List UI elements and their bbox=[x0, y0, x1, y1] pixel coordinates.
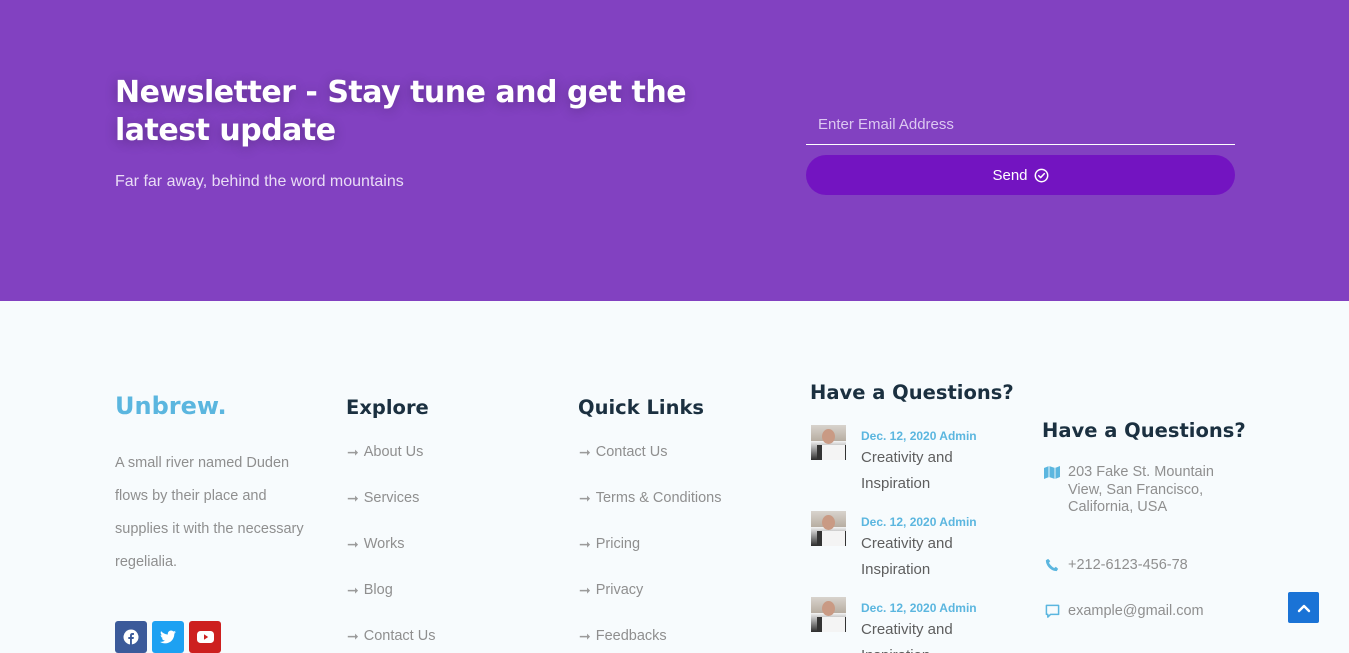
contact-heading: Have a Questions? bbox=[1042, 419, 1246, 442]
contact-address-text: 203 Fake St. Mountain View, San Francisc… bbox=[1068, 464, 1214, 515]
explore-link-about[interactable]: ➞ About Us bbox=[347, 444, 435, 490]
newsletter-title: Newsletter - Stay tune and get the lates… bbox=[115, 75, 687, 148]
send-button[interactable]: Send bbox=[806, 155, 1235, 195]
send-button-label: Send bbox=[992, 166, 1028, 184]
explore-link-works[interactable]: ➞ Works bbox=[347, 536, 435, 582]
explore-link-contact[interactable]: ➞ Contact Us bbox=[347, 628, 435, 653]
youtube-icon[interactable] bbox=[189, 621, 221, 653]
arrow-right-icon: ➞ bbox=[347, 582, 359, 598]
post-title[interactable]: Creativity and Inspiration bbox=[861, 531, 1001, 582]
phone-icon bbox=[1043, 557, 1061, 573]
quick-links: ➞ Contact Us ➞ Terms & Conditions ➞ Pricing… bbox=[579, 444, 721, 653]
message-icon bbox=[1043, 603, 1061, 619]
explore-link-blog[interactable]: ➞ Blog bbox=[347, 582, 435, 628]
arrow-right-icon: ➞ bbox=[347, 628, 359, 644]
footer-about-text: A small river named Duden flows by their… bbox=[115, 455, 304, 570]
arrow-right-icon: ➞ bbox=[579, 628, 591, 644]
check-circle-icon bbox=[1034, 168, 1049, 183]
post-title[interactable]: Creativity and Inspiration bbox=[861, 445, 1001, 496]
arrow-right-icon: ➞ bbox=[579, 444, 591, 460]
contact-address: 203 Fake St. Mountain View, San Francisc… bbox=[1043, 464, 1233, 517]
quick-link-contact[interactable]: ➞ Contact Us bbox=[579, 444, 721, 490]
chevron-up-icon bbox=[1296, 600, 1312, 616]
arrow-right-icon: ➞ bbox=[347, 490, 359, 506]
facebook-icon[interactable] bbox=[115, 621, 147, 653]
email-input[interactable] bbox=[806, 104, 1235, 145]
post-thumbnail[interactable] bbox=[811, 425, 846, 460]
arrow-right-icon: ➞ bbox=[579, 490, 591, 506]
arrow-right-icon: ➞ bbox=[579, 582, 591, 598]
arrow-right-icon: ➞ bbox=[579, 536, 591, 552]
back-to-top-button[interactable] bbox=[1288, 592, 1319, 623]
recent-posts-heading: Have a Questions? bbox=[810, 381, 1014, 404]
quick-links-heading: Quick Links bbox=[578, 396, 705, 419]
quick-link-feedbacks[interactable]: ➞ Feedbacks bbox=[579, 628, 721, 653]
newsletter-section: Newsletter - Stay tune and get the lates… bbox=[0, 0, 1349, 301]
quick-link-privacy[interactable]: ➞ Privacy bbox=[579, 582, 721, 628]
quick-link-terms[interactable]: ➞ Terms & Conditions bbox=[579, 490, 721, 536]
recent-post[interactable]: Dec. 12, 2020 Admin Creativity and Inspi… bbox=[811, 511, 1001, 582]
post-thumbnail[interactable] bbox=[811, 511, 846, 546]
footer-brand[interactable]: Unbrew. bbox=[115, 392, 227, 420]
contact-email-text[interactable]: example@gmail.com bbox=[1068, 603, 1204, 619]
recent-post[interactable]: Dec. 12, 2020 Admin Creativity and Inspi… bbox=[811, 597, 1001, 653]
post-meta[interactable]: Dec. 12, 2020 Admin bbox=[861, 513, 1001, 531]
arrow-right-icon: ➞ bbox=[347, 536, 359, 552]
post-meta[interactable]: Dec. 12, 2020 Admin bbox=[861, 599, 1001, 617]
contact-phone[interactable]: +212-6123-456-78 bbox=[1043, 557, 1188, 573]
post-meta[interactable]: Dec. 12, 2020 Admin bbox=[861, 427, 1001, 445]
map-icon bbox=[1043, 464, 1061, 517]
contact-phone-text[interactable]: +212-6123-456-78 bbox=[1068, 557, 1188, 573]
explore-links: ➞ About Us ➞ Services ➞ Works ➞ Blog ➞ Contac… bbox=[347, 444, 435, 653]
newsletter-subtitle: Far far away, behind the word mountains bbox=[115, 173, 404, 190]
explore-link-services[interactable]: ➞ Services bbox=[347, 490, 435, 536]
twitter-icon[interactable] bbox=[152, 621, 184, 653]
arrow-right-icon: ➞ bbox=[347, 444, 359, 460]
contact-email[interactable]: example@gmail.com bbox=[1043, 603, 1204, 619]
post-thumbnail[interactable] bbox=[811, 597, 846, 632]
quick-link-pricing[interactable]: ➞ Pricing bbox=[579, 536, 721, 582]
social-links bbox=[115, 621, 221, 653]
explore-heading: Explore bbox=[346, 396, 429, 419]
recent-post[interactable]: Dec. 12, 2020 Admin Creativity and Inspi… bbox=[811, 425, 1001, 496]
post-title[interactable]: Creativity and Inspiration bbox=[861, 617, 1001, 653]
